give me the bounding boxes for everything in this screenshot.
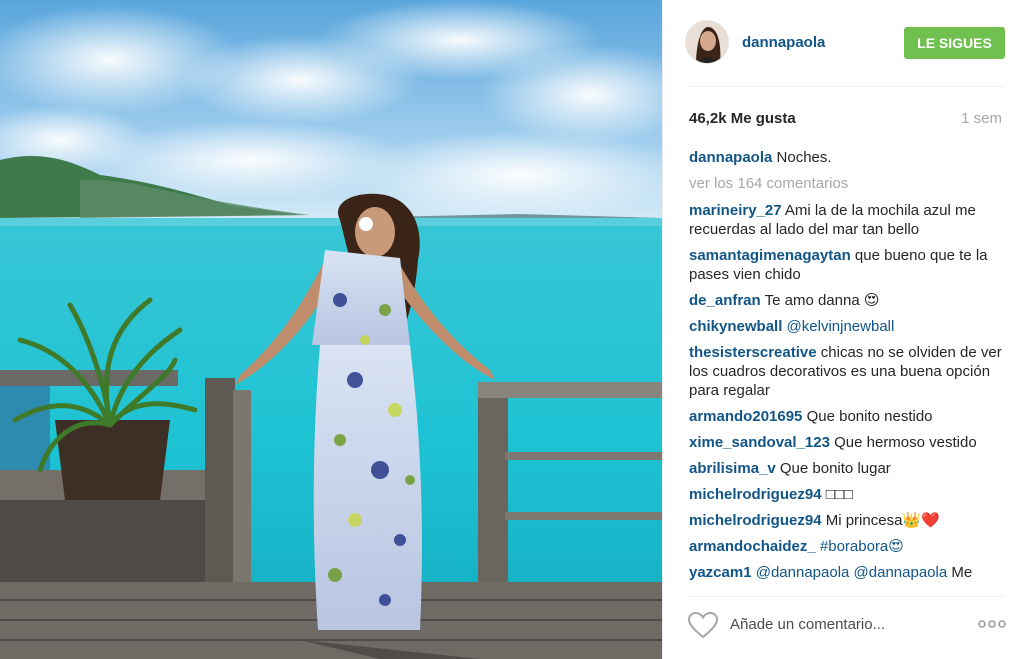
heart-outline-icon[interactable] [687, 611, 719, 639]
comment-text: #borabora😍 [820, 538, 904, 555]
comment-item: thesisterscreative chicas no se olviden … [689, 343, 1005, 400]
comment-username[interactable]: samantagimenagaytan [689, 247, 851, 264]
comment-item: armando201695 Que bonito nestido [689, 407, 1005, 426]
comment-text: □□□ [825, 486, 853, 503]
comment-item: michelrodriguez94 □□□ [689, 485, 1005, 504]
likes-count[interactable]: 46,2k Me gusta [689, 110, 796, 127]
comment-item: yazcam1 @dannapaola @dannapaola Me [689, 563, 1005, 582]
comment-text: Que bonito lugar [779, 460, 891, 477]
comments-container: marineiry_27 Ami la de la mochila azul m… [689, 201, 1005, 582]
comment-username[interactable]: de_anfran [689, 292, 761, 309]
comment-item: armandochaidez_ #borabora😍 [689, 537, 1005, 556]
mention-link[interactable]: #borabora😍 [820, 538, 904, 555]
comment-text: Que bonito nestido [806, 408, 933, 425]
post-footer [663, 596, 1030, 659]
comment-username[interactable]: xime_sandoval_123 [689, 434, 830, 451]
beach-photo-illustration [0, 0, 662, 659]
comment-item: marineiry_27 Ami la de la mochila azul m… [689, 201, 1005, 239]
comment-text: Que hermoso vestido [834, 434, 977, 451]
view-all-comments-link[interactable]: ver los 164 comentarios [689, 174, 1005, 193]
post-header: dannapaola LE SIGUES [663, 0, 1030, 86]
comment-username[interactable]: thesisterscreative [689, 344, 817, 361]
comments-list[interactable]: dannapaola Noches. ver los 164 comentari… [689, 148, 1005, 586]
comment-item: xime_sandoval_123 Que hermoso vestido [689, 433, 1005, 452]
comment-username[interactable]: yazcam1 [689, 564, 752, 581]
comment-item: chikynewball @kelvinjnewball [689, 317, 1005, 336]
comment-username[interactable]: armandochaidez_ [689, 538, 816, 555]
comment-text: Mi princesa👑❤️ [825, 512, 940, 529]
post-photo[interactable] [0, 0, 662, 659]
caption: dannapaola Noches. [689, 148, 1005, 167]
comment-text: Te amo danna 😍 [764, 292, 880, 309]
comment-item: samantagimenagaytan que bueno que te la … [689, 246, 1005, 284]
comment-username[interactable]: marineiry_27 [689, 202, 782, 219]
caption-text: Noches. [776, 149, 832, 166]
comment-username[interactable]: michelrodriguez94 [689, 512, 822, 529]
post-time[interactable]: 1 sem [961, 110, 1002, 127]
more-options-icon[interactable] [977, 614, 1007, 634]
comment-username[interactable]: armando201695 [689, 408, 802, 425]
caption-username[interactable]: dannapaola [689, 149, 772, 166]
author-avatar[interactable] [685, 20, 729, 64]
comment-username[interactable]: chikynewball [689, 318, 782, 335]
comment-username[interactable]: michelrodriguez94 [689, 486, 822, 503]
mention-link[interactable]: @dannapaola [756, 564, 850, 581]
comment-text: @dannapaola @dannapaola Me [755, 564, 973, 581]
following-button[interactable]: LE SIGUES [904, 27, 1005, 59]
comment-item: michelrodriguez94 Mi princesa👑❤️ [689, 511, 1005, 530]
header-divider [687, 86, 1005, 87]
comment-item: de_anfran Te amo danna 😍 [689, 291, 1005, 310]
comment-text: @kelvinjnewball [787, 318, 895, 335]
author-username-link[interactable]: dannapaola [742, 34, 825, 51]
comment-item: abrilisima_v Que bonito lugar [689, 459, 1005, 478]
add-comment-input[interactable] [730, 613, 950, 635]
post-details-panel: dannapaola LE SIGUES 46,2k Me gusta 1 se… [662, 0, 1030, 659]
mention-link[interactable]: @kelvinjnewball [787, 318, 895, 335]
instagram-post-modal: dannapaola LE SIGUES 46,2k Me gusta 1 se… [0, 0, 1030, 659]
mention-link[interactable]: @dannapaola [854, 564, 948, 581]
comment-username[interactable]: abrilisima_v [689, 460, 776, 477]
avatar-image [686, 21, 728, 63]
